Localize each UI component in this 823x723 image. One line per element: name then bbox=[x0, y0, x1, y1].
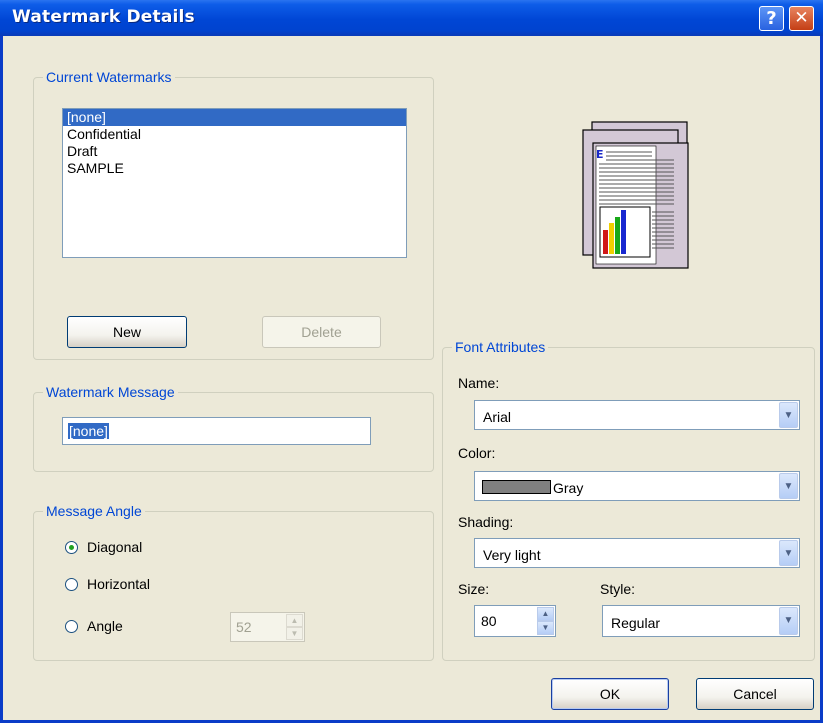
chevron-down-icon[interactable]: ▼ bbox=[779, 540, 798, 566]
close-button[interactable]: ✕ bbox=[789, 6, 814, 31]
watermark-details-dialog: Watermark Details ? ✕ Current Watermarks… bbox=[0, 0, 823, 723]
current-watermarks-legend: Current Watermarks bbox=[43, 69, 175, 85]
shading-value: Very light bbox=[483, 547, 541, 563]
angle-down-arrow-icon[interactable]: ▼ bbox=[286, 627, 303, 640]
size-spinner[interactable]: 80 ▲ ▼ bbox=[474, 605, 556, 637]
diagonal-radio[interactable] bbox=[65, 541, 78, 554]
cancel-button[interactable]: Cancel bbox=[696, 678, 814, 710]
color-label: Color: bbox=[458, 445, 496, 461]
font-color-value: Gray bbox=[553, 480, 584, 496]
angle-value: 52 bbox=[236, 619, 252, 635]
dialog-title: Watermark Details bbox=[12, 7, 195, 27]
angle-spinner[interactable]: 52 ▲ ▼ bbox=[230, 612, 305, 642]
watermark-message-legend: Watermark Message bbox=[43, 384, 178, 400]
list-item-confidential[interactable]: Confidential bbox=[63, 126, 406, 143]
message-angle-legend: Message Angle bbox=[43, 503, 145, 519]
horizontal-label: Horizontal bbox=[87, 576, 151, 592]
watermark-message-input[interactable]: [none] bbox=[62, 417, 371, 445]
new-button[interactable]: New bbox=[67, 316, 187, 348]
chevron-down-icon[interactable]: ▼ bbox=[779, 402, 798, 428]
size-up-arrow-icon[interactable]: ▲ bbox=[537, 607, 554, 621]
font-attributes-legend: Font Attributes bbox=[452, 339, 549, 355]
list-item-draft[interactable]: Draft bbox=[63, 143, 406, 160]
angle-up-arrow-icon[interactable]: ▲ bbox=[286, 614, 303, 627]
angle-label: Angle bbox=[87, 618, 123, 634]
style-select[interactable]: Regular ▼ bbox=[602, 605, 800, 637]
diagonal-label: Diagonal bbox=[87, 539, 143, 555]
name-label: Name: bbox=[458, 375, 500, 391]
size-label: Size: bbox=[458, 581, 490, 597]
font-name-value: Arial bbox=[483, 409, 512, 425]
list-item-none[interactable]: [none] bbox=[63, 109, 406, 126]
watermark-preview-image: E bbox=[582, 121, 689, 269]
title-bar[interactable]: Watermark Details ? ✕ bbox=[0, 0, 823, 36]
style-value: Regular bbox=[611, 615, 661, 631]
style-label: Style: bbox=[600, 581, 636, 597]
size-down-arrow-icon[interactable]: ▼ bbox=[537, 621, 554, 635]
font-color-select[interactable]: Gray ▼ bbox=[474, 471, 800, 501]
watermarks-listbox[interactable]: [none] Confidential Draft SAMPLE bbox=[62, 108, 407, 258]
angle-radio[interactable] bbox=[65, 620, 78, 633]
font-name-select[interactable]: Arial ▼ bbox=[474, 400, 800, 430]
shading-select[interactable]: Very light ▼ bbox=[474, 538, 800, 568]
color-swatch bbox=[482, 480, 551, 494]
list-item-sample[interactable]: SAMPLE bbox=[63, 160, 406, 177]
svg-text:E: E bbox=[596, 148, 604, 161]
horizontal-radio[interactable] bbox=[65, 578, 78, 591]
help-button[interactable]: ? bbox=[759, 6, 784, 31]
size-value: 80 bbox=[481, 613, 497, 629]
ok-button[interactable]: OK bbox=[551, 678, 669, 710]
delete-button[interactable]: Delete bbox=[262, 316, 381, 348]
chevron-down-icon[interactable]: ▼ bbox=[779, 607, 798, 635]
watermark-message-text: [none] bbox=[68, 423, 109, 439]
shading-label: Shading: bbox=[458, 514, 514, 530]
chevron-down-icon[interactable]: ▼ bbox=[779, 473, 798, 499]
